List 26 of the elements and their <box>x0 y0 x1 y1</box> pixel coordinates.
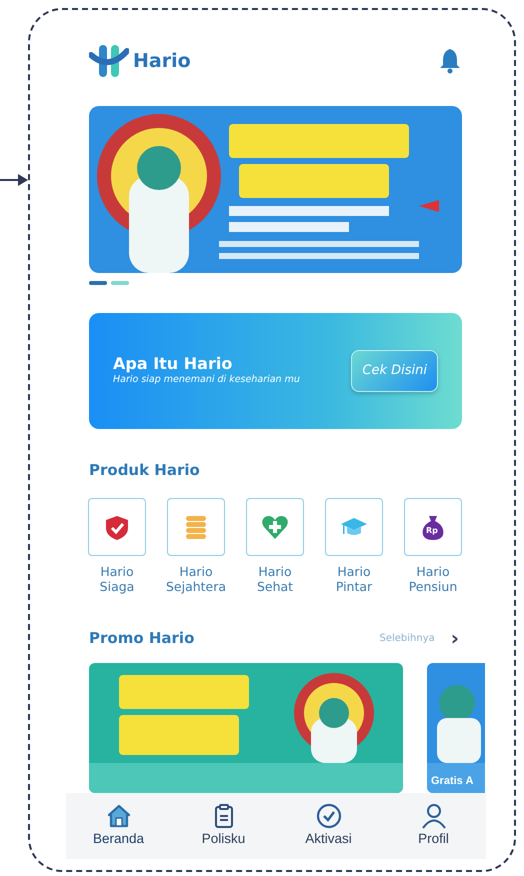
nav-tab[interactable]: Aktivasi <box>276 798 381 854</box>
check-circle-icon <box>316 802 342 829</box>
promo-caption: Gratis A <box>431 774 474 789</box>
product-tile[interactable] <box>167 498 225 556</box>
product-tile[interactable] <box>88 498 146 556</box>
product-label: Hario Pensiun <box>408 564 458 595</box>
currency-label: Rp <box>426 524 438 536</box>
product-tile[interactable] <box>246 498 304 556</box>
nav-tab[interactable]: Profil <box>381 798 486 854</box>
section-title: Produk Hario <box>89 460 201 481</box>
product-tile[interactable] <box>325 498 383 556</box>
product-label: Hario Siaga <box>98 564 136 595</box>
card-subtitle: Hario siap menemani di keseharian mu <box>113 373 300 388</box>
product-label: Hario Sejahtera <box>167 564 225 595</box>
nav-tab[interactable]: Polisku <box>171 798 276 854</box>
product-tile[interactable]: Rp <box>404 498 462 556</box>
logo-text: Hario <box>133 48 191 74</box>
person-icon <box>420 802 446 829</box>
chevron-right-icon[interactable]: › <box>450 628 459 648</box>
section-title: Promo Hario <box>89 628 194 649</box>
notification-bell-icon[interactable] <box>438 48 462 74</box>
product-label: Hario Pintar <box>334 564 374 595</box>
home-icon <box>106 802 132 829</box>
nav-tab[interactable]: Beranda <box>66 798 171 854</box>
card-title: Apa Itu Hario <box>113 354 234 374</box>
product-label: Hario Sehat <box>256 564 294 595</box>
